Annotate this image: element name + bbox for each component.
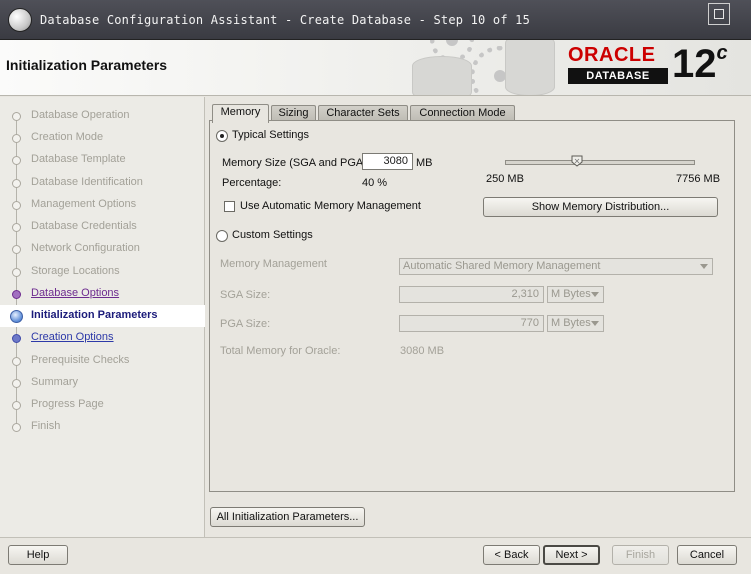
sga-size-input[interactable]: 2,310 [399, 286, 544, 303]
nav-step-progress-page: Progress Page [0, 394, 205, 416]
nav-step-database-options[interactable]: Database Options [0, 283, 205, 305]
page-title: Initialization Parameters [6, 57, 168, 73]
total-memory-label: Total Memory for Oracle: [220, 345, 341, 357]
pga-unit-select[interactable]: M Bytes [547, 315, 604, 332]
nav-step-label: Prerequisite Checks [31, 354, 130, 366]
nav-step-prerequisite-checks: Prerequisite Checks [0, 350, 205, 372]
window-title-bar[interactable]: Database Configuration Assistant - Creat… [0, 0, 751, 40]
tab-memory[interactable]: Memory [212, 104, 269, 123]
step-status-icon [12, 179, 21, 188]
oracle-logo: ORACLE DATABASE [568, 44, 668, 84]
memory-management-label: Memory Management [220, 258, 327, 270]
step-status-icon [12, 245, 21, 254]
step-status-icon [12, 290, 21, 299]
step-status-icon [12, 357, 21, 366]
nav-step-label: Database Operation [31, 109, 130, 121]
nav-step-finish: Finish [0, 416, 205, 438]
nav-step-label: Summary [31, 376, 79, 388]
show-memory-distribution-button[interactable]: Show Memory Distribution... [483, 197, 718, 217]
step-status-icon [12, 401, 21, 410]
cancel-button[interactable]: Cancel [677, 545, 737, 565]
nav-step-label: Database Options [31, 287, 120, 299]
chevron-down-icon [591, 292, 599, 297]
automatic-memory-management-label: Use Automatic Memory Management [240, 200, 421, 212]
sga-size-label: SGA Size: [220, 289, 271, 301]
memory-slider-track[interactable] [505, 160, 695, 165]
finish-button[interactable]: Finish [612, 545, 669, 565]
nav-step-database-credentials: Database Credentials [0, 216, 205, 238]
percentage-label: Percentage: [222, 177, 282, 189]
memory-size-unit: MB [416, 157, 433, 169]
step-status-icon [12, 423, 21, 432]
tab-sizing[interactable]: Sizing [271, 105, 316, 121]
nav-step-label: Creation Options [31, 331, 114, 343]
pga-size-label: PGA Size: [220, 318, 271, 330]
automatic-memory-management-checkbox[interactable] [224, 201, 235, 212]
next-button[interactable]: Next > [543, 545, 600, 565]
database-icon [412, 56, 472, 95]
nav-step-label: Management Options [31, 198, 137, 210]
step-status-icon [10, 310, 23, 323]
nav-step-creation-mode: Creation Mode [0, 127, 205, 149]
nav-step-label: Initialization Parameters [31, 309, 158, 321]
pga-size-input[interactable]: 770 [399, 315, 544, 332]
logo-brand: ORACLE [568, 44, 656, 66]
nav-step-label: Progress Page [31, 398, 104, 410]
nav-step-creation-options[interactable]: Creation Options [0, 327, 205, 349]
help-button[interactable]: Help [8, 545, 68, 565]
custom-settings-label: Custom Settings [232, 229, 313, 241]
typical-settings-radio[interactable] [216, 130, 228, 142]
percentage-value: 40 % [362, 177, 388, 189]
slider-min-label: 250 MB [486, 173, 524, 185]
step-status-icon [12, 156, 21, 165]
slider-max-label: 7756 MB [676, 173, 721, 185]
step-status-icon [12, 379, 21, 388]
logo-product: DATABASE [568, 68, 668, 84]
memory-size-label: Memory Size (SGA and PGA): [222, 157, 370, 169]
memory-slider-thumb[interactable] [571, 155, 583, 167]
memory-size-input[interactable]: 3080 [362, 153, 413, 170]
typical-settings-label: Typical Settings [232, 129, 310, 141]
nav-step-initialization-parameters[interactable]: Initialization Parameters [0, 305, 205, 327]
window-title: Database Configuration Assistant - Creat… [40, 13, 531, 27]
nav-step-label: Database Identification [31, 176, 143, 188]
nav-step-summary: Summary [0, 372, 205, 394]
back-button[interactable]: < Back [483, 545, 540, 565]
step-status-icon [12, 334, 21, 343]
nav-step-label: Network Configuration [31, 242, 140, 254]
maximize-button[interactable] [708, 3, 730, 25]
step-status-icon [12, 223, 21, 232]
nav-step-network-configuration: Network Configuration [0, 238, 205, 260]
nav-step-label: Database Credentials [31, 220, 137, 232]
maximize-icon [714, 9, 724, 19]
nav-step-database-operation: Database Operation [0, 105, 205, 127]
step-status-icon [12, 268, 21, 277]
total-memory-value: 3080 MB [400, 345, 445, 357]
nav-step-label: Finish [31, 420, 61, 432]
version-badge: 12c [672, 42, 728, 86]
nav-step-management-options: Management Options [0, 194, 205, 216]
all-initialization-parameters-button[interactable]: All Initialization Parameters... [210, 507, 365, 527]
step-navigation: Database Operation Creation Mode Database … [0, 97, 205, 537]
nav-step-label: Database Template [31, 153, 126, 165]
nav-step-storage-locations: Storage Locations [0, 261, 205, 283]
nav-step-database-template: Database Template [0, 149, 205, 171]
nav-step-label: Storage Locations [31, 265, 120, 277]
header-banner: Initialization Parameters ORACLE DATABAS… [0, 40, 751, 96]
memory-panel [209, 120, 735, 492]
custom-settings-radio[interactable] [216, 230, 228, 242]
app-icon [8, 8, 32, 32]
tab-character-sets[interactable]: Character Sets [318, 105, 408, 121]
tab-connection-mode[interactable]: Connection Mode [410, 105, 515, 121]
step-status-icon [12, 201, 21, 210]
chevron-down-icon [700, 264, 708, 269]
step-status-icon [12, 134, 21, 143]
database-icon [505, 40, 555, 95]
nav-step-label: Creation Mode [31, 131, 104, 143]
chevron-down-icon [591, 321, 599, 326]
nav-step-database-identification: Database Identification [0, 172, 205, 194]
sga-unit-select[interactable]: M Bytes [547, 286, 604, 303]
step-status-icon [12, 112, 21, 121]
memory-management-select[interactable]: Automatic Shared Memory Management [399, 258, 713, 275]
